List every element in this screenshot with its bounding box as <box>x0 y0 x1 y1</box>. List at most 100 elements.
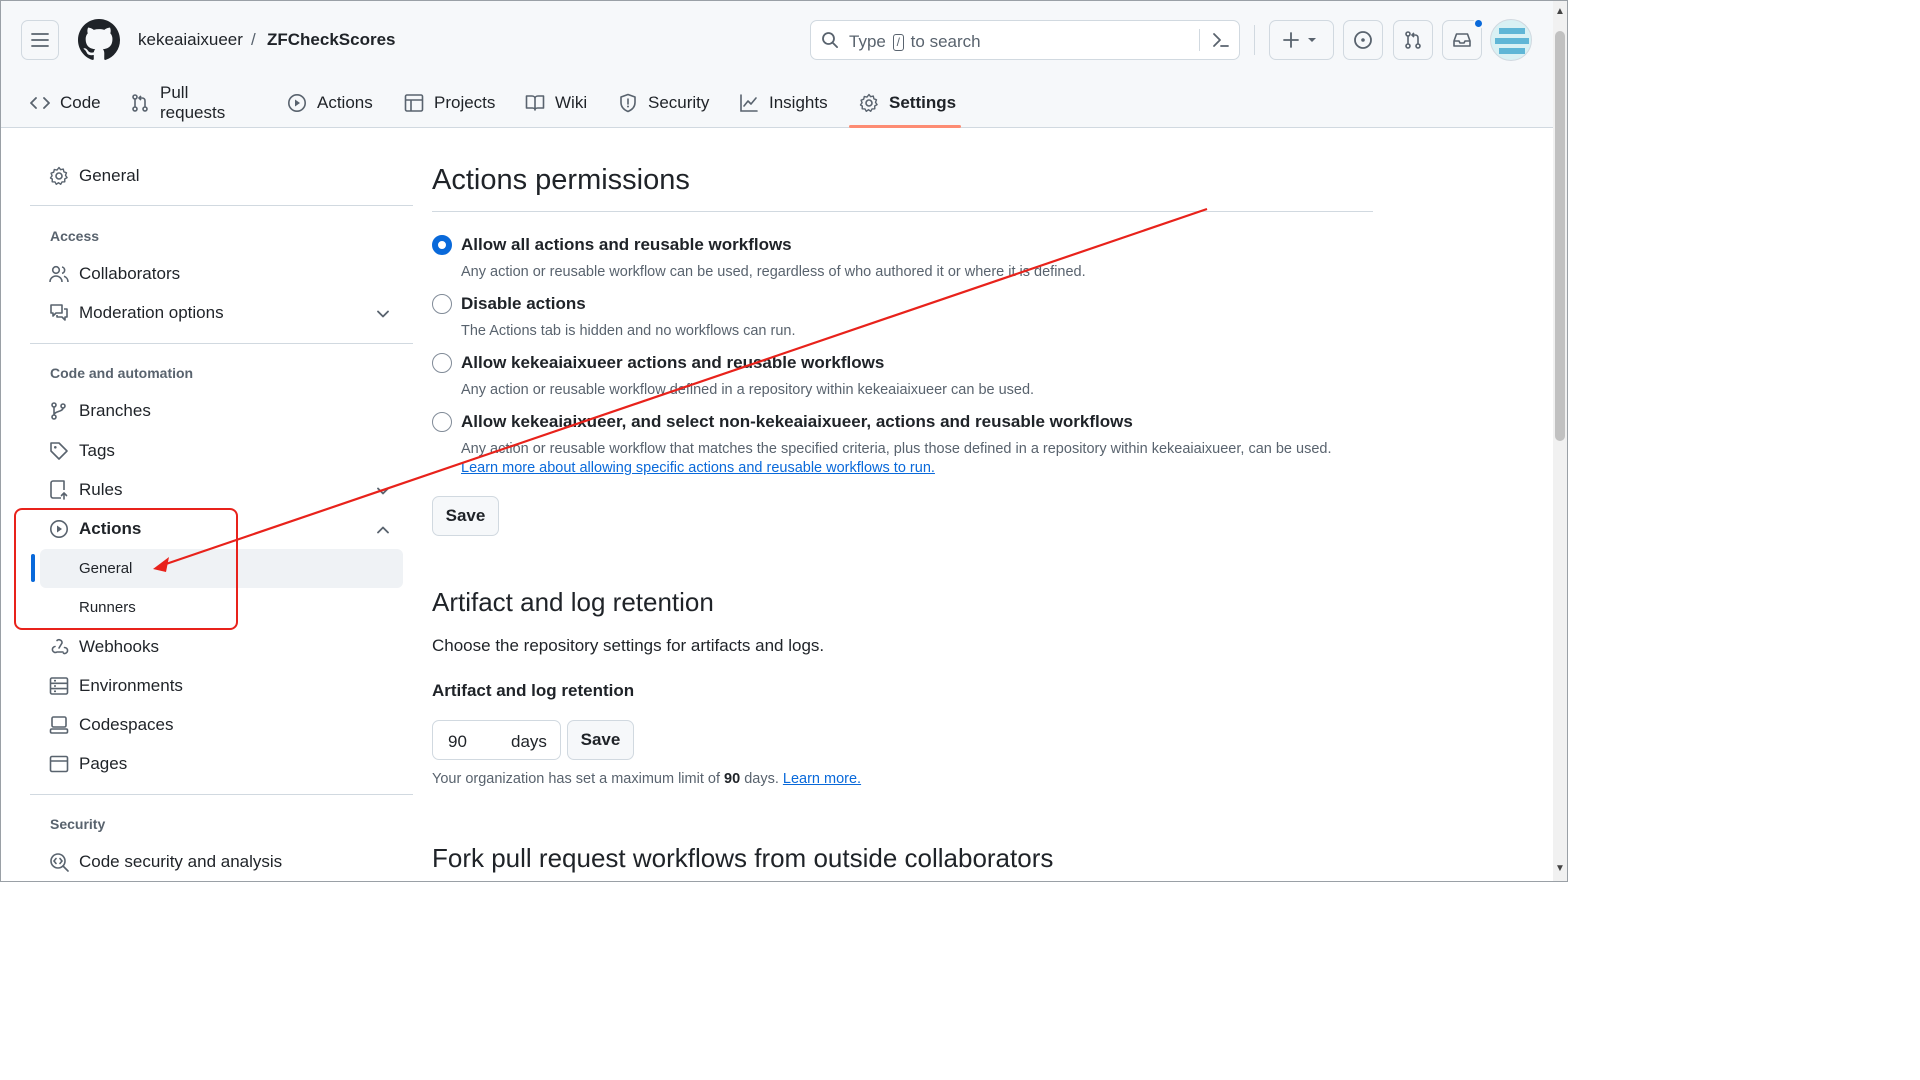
sidebar-item-environments[interactable]: Environments <box>49 676 183 696</box>
codescan-icon <box>50 853 69 872</box>
option-allow-all-desc: Any action or reusable workflow can be u… <box>461 264 1086 280</box>
sidebar-item-label: Code security and analysis <box>79 852 283 871</box>
radio-allow-select[interactable] <box>432 412 452 432</box>
github-logo-icon[interactable] <box>78 19 120 61</box>
identicon-icon <box>1495 28 1529 54</box>
codespaces-icon <box>49 716 69 734</box>
gear-icon <box>49 166 68 185</box>
breadcrumb-repo[interactable]: ZFCheckScores <box>267 30 396 50</box>
retention-description: Choose the repository settings for artif… <box>432 636 825 655</box>
sidebar-item-webhooks[interactable]: Webhooks <box>49 637 159 657</box>
chevron-down-icon[interactable] <box>376 307 390 321</box>
triangle-down-icon <box>1307 38 1316 42</box>
play-icon <box>288 94 306 112</box>
learn-more-link[interactable]: Learn more about allowing specific actio… <box>461 460 935 476</box>
retention-days-unit: days <box>511 732 547 751</box>
sidebar-item-branches[interactable]: Branches <box>49 401 151 421</box>
tab-settings-label: Settings <box>889 93 957 112</box>
pull-requests-button[interactable] <box>1393 20 1433 60</box>
sidebar-item-codespaces[interactable]: Codespaces <box>49 715 174 735</box>
tab-insights-label: Insights <box>769 93 828 112</box>
server-icon <box>49 677 69 695</box>
sidebar-divider <box>30 205 413 206</box>
tab-pull-requests-label: Pull requests <box>160 83 226 122</box>
option-allow-all-label[interactable]: Allow all actions and reusable workflows <box>461 235 792 255</box>
retention-days-input[interactable]: 90 days <box>432 720 561 760</box>
git-pull-request-icon <box>132 94 148 112</box>
shield-icon <box>620 93 636 113</box>
option-allow-owner-label[interactable]: Allow kekeaiaixueer actions and reusable… <box>461 353 884 373</box>
tab-settings[interactable]: Settings <box>859 79 956 127</box>
hamburger-icon <box>31 33 49 47</box>
tab-wiki-label: Wiki <box>555 93 588 112</box>
actions-permissions-title: Actions permissions <box>432 164 690 196</box>
tag-icon <box>50 442 68 460</box>
chevron-up-icon[interactable] <box>376 523 390 537</box>
notification-dot <box>1473 18 1484 29</box>
repo-push-icon <box>50 480 68 500</box>
tab-pull-requests[interactable]: Pull requests <box>130 79 225 127</box>
tab-insights[interactable]: Insights <box>739 79 828 127</box>
sidebar-item-label: Rules <box>79 480 123 499</box>
search-placeholder: Type / to search <box>849 32 981 51</box>
command-palette-icon[interactable] <box>1211 30 1231 50</box>
avatar[interactable] <box>1490 19 1532 61</box>
search-icon <box>822 32 838 48</box>
menu-button[interactable] <box>21 20 59 60</box>
radio-disable[interactable] <box>432 294 452 314</box>
option-disable-label[interactable]: Disable actions <box>461 294 586 314</box>
sidebar-item-label: Moderation options <box>79 303 224 322</box>
retention-days-value: 90 <box>448 732 467 751</box>
browser-icon <box>49 755 69 773</box>
save-button[interactable]: Save <box>432 496 499 536</box>
scrollbar-thumb[interactable] <box>1555 31 1565 441</box>
sidebar-item-label: Webhooks <box>79 637 160 656</box>
tab-wiki[interactable]: Wiki <box>525 79 587 127</box>
breadcrumb-owner[interactable]: kekeaiaixueer <box>138 30 243 50</box>
sidebar-item-general[interactable]: General <box>49 166 139 186</box>
chevron-down-icon[interactable] <box>376 484 390 498</box>
retention-field-label: Artifact and log retention <box>432 681 635 700</box>
note-value: 90 <box>724 771 741 787</box>
note-suffix: days. <box>744 771 779 787</box>
code-icon <box>30 97 50 109</box>
tab-projects[interactable]: Projects <box>404 79 495 127</box>
radio-allow-owner[interactable] <box>432 353 452 373</box>
tab-actions[interactable]: Actions <box>287 79 373 127</box>
radio-allow-all[interactable] <box>432 235 452 255</box>
sidebar-item-moderation[interactable]: Moderation options <box>49 303 224 323</box>
inbox-icon <box>1453 33 1471 47</box>
sidebar-item-collaborators[interactable]: Collaborators <box>49 264 180 284</box>
retention-save-button[interactable]: Save <box>567 720 634 760</box>
scroll-down-arrow-icon[interactable]: ▼ <box>1555 863 1565 874</box>
search-divider <box>1199 29 1200 51</box>
selected-tab-underline <box>849 125 961 128</box>
tab-code[interactable]: Code <box>30 79 101 127</box>
issues-button[interactable] <box>1343 20 1383 60</box>
sidebar-item-pages[interactable]: Pages <box>49 754 127 774</box>
sidebar-item-tags[interactable]: Tags <box>49 441 115 461</box>
sidebar-heading-code: Code and automation <box>50 365 194 381</box>
tab-projects-label: Projects <box>434 93 496 112</box>
learn-more-link-wrap: Learn more about allowing specific actio… <box>461 460 935 476</box>
fork-workflows-title: Fork pull request workflows from outside… <box>432 843 1054 873</box>
book-icon <box>525 95 545 111</box>
sidebar-item-label: Collaborators <box>79 264 181 283</box>
tab-security-label: Security <box>648 93 710 112</box>
create-new-button[interactable] <box>1269 20 1334 60</box>
tab-actions-label: Actions <box>317 93 373 112</box>
git-branch-icon <box>51 402 66 420</box>
sidebar-item-label: Pages <box>79 754 128 773</box>
scroll-up-arrow-icon[interactable]: ▲ <box>1555 6 1565 17</box>
retention-learn-more-link[interactable]: Learn more. <box>783 771 861 787</box>
webhook-icon <box>51 638 69 655</box>
search-input[interactable]: Type / to search <box>810 20 1240 60</box>
sidebar-item-label: Environments <box>79 676 183 695</box>
graph-icon <box>740 94 758 112</box>
sidebar-item-rules[interactable]: Rules <box>49 480 122 500</box>
option-disable-desc: The Actions tab is hidden and no workflo… <box>461 323 796 339</box>
sidebar-divider <box>30 794 413 795</box>
option-allow-select-label[interactable]: Allow kekeaiaixueer, and select non-keke… <box>461 412 1133 432</box>
tab-security[interactable]: Security <box>618 79 709 127</box>
sidebar-item-code-security[interactable]: Code security and analysis <box>49 852 282 872</box>
